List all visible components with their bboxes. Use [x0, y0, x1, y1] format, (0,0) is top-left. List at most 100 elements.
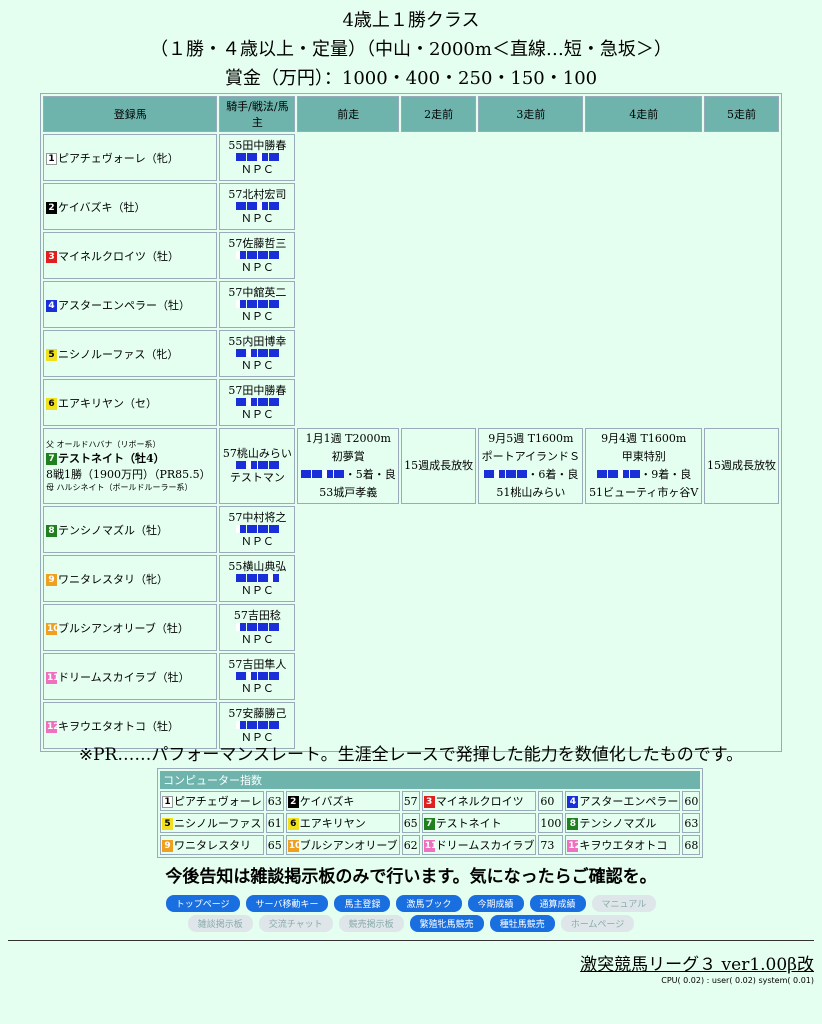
table-row: 9 ワニタレスタリ 65 10ブルシアンオリーブ 62 11ドリームスカイラブ 73 12キヲ…: [160, 835, 701, 855]
owner-name: ＮＰＣ: [240, 583, 274, 597]
jockey-name: 55内田博幸: [228, 334, 287, 348]
cpu-score: 68: [684, 838, 699, 852]
cpu-score-cell: 73: [538, 835, 564, 855]
waku-number-icon: 5: [162, 818, 173, 830]
race-name: 甲東特別: [621, 450, 666, 463]
cpu-horse-cell: 10ブルシアンオリーブ: [285, 835, 400, 855]
form-bar: [268, 524, 279, 533]
horse-name-cell[interactable]: 9 ワニタレスタリ（牝）: [43, 555, 218, 602]
horse-name-cell[interactable]: 6 エアキリヤン（セ）: [43, 379, 218, 426]
cpu-horse-name: テストネイト: [435, 817, 502, 830]
horse-name-cell[interactable]: 5 ニシノルーファス（牝）: [43, 330, 218, 377]
jockey-cell: 57北村宏司 ＮＰＣ: [219, 183, 296, 230]
cpu-horse-name: ピアチェヴォーレ: [174, 795, 262, 808]
cpu-horse-name: ドリームスカイラブ: [435, 839, 535, 852]
waku-number-icon: 4: [567, 796, 579, 808]
empty-cell: [585, 653, 701, 700]
nav-button[interactable]: 種牡馬競売: [489, 915, 555, 932]
form-bar: [235, 348, 246, 357]
horse-name: マイネルクロイツ（牡）: [58, 249, 179, 263]
form-bar: [257, 622, 268, 631]
horse-name-cell[interactable]: 10ブルシアンオリーブ（牡）: [43, 604, 218, 651]
waku-number-icon: 7: [423, 818, 435, 830]
nav-button[interactable]: サーバ移動キー: [245, 895, 329, 912]
empty-cell: [704, 183, 779, 230]
empty-cell: [297, 653, 399, 700]
waku-number-icon: 1: [46, 152, 57, 165]
owner-name: ＮＰＣ: [240, 309, 274, 323]
empty-cell: [401, 183, 476, 230]
nav-button[interactable]: 通算成績: [529, 895, 586, 912]
form-bar-partial: [246, 397, 257, 406]
nav-button[interactable]: 交流チャット: [258, 915, 333, 932]
empty-cell: [704, 134, 779, 181]
horse-name-cell[interactable]: 父 オールドハバナ（リボー系） 7 テストネイト（牡4） 8戦1勝（1900万円）（P…: [43, 428, 218, 504]
waku-number-icon: 7: [46, 453, 57, 465]
form-bar-partial: [618, 470, 629, 478]
column-header: 登録馬: [43, 96, 218, 132]
horse-record: 8戦1勝（1900万円）（PR85.5）: [46, 468, 211, 481]
waku-number-icon: 9: [46, 573, 57, 586]
empty-cell: [704, 604, 779, 651]
cpu-stats: CPU( 0.02) : user( 0.02) system( 0.01): [661, 976, 814, 985]
race-result-line: ・5着・良: [299, 466, 397, 484]
horse-name-cell[interactable]: 11ドリームスカイラブ（牡）: [43, 653, 218, 700]
jockey-tactics: [221, 201, 293, 213]
form-bar: [257, 250, 268, 259]
nav-button[interactable]: 馬主登録: [334, 895, 391, 912]
form-bar: [268, 461, 279, 469]
form-bar-partial: [235, 524, 246, 533]
cpu-score: 65: [267, 838, 282, 852]
race-name: 初夢賞: [331, 450, 365, 463]
empty-cell: [478, 379, 583, 426]
horse-name-cell[interactable]: 4 アスターエンペラー（牡）: [43, 281, 218, 328]
form-bar: [312, 470, 323, 478]
form-bar: [268, 622, 279, 631]
table-row: 11ドリームスカイラブ（牡） 57吉田隼人 ＮＰＣ: [43, 653, 779, 700]
form-bar: [257, 671, 268, 680]
cpu-horse-cell: 3 マイネルクロイツ: [421, 791, 537, 811]
nav-button[interactable]: トップページ: [165, 895, 240, 912]
jockey-cell: 55横山典弘 ＮＰＣ: [219, 555, 296, 602]
form-bar: [268, 720, 279, 729]
waku-number-icon: 8: [46, 524, 57, 537]
race-note: 15週成長放牧: [706, 459, 776, 472]
horse-name-cell[interactable]: 1 ピアチェヴォーレ（牝）: [43, 134, 218, 181]
race-rider: 51ビューティ市ヶ谷V: [589, 486, 699, 499]
form-bar: [246, 720, 257, 729]
cpu-score-cell: 65: [401, 813, 420, 833]
horse-name-cell[interactable]: 3 マイネルクロイツ（牡）: [43, 232, 218, 279]
footer-title-link[interactable]: 激突競馬リーグ３ ver1.00β改: [580, 950, 814, 975]
form-bar: [505, 470, 516, 478]
cpu-score: 62: [403, 838, 418, 852]
form-bar: [257, 720, 268, 729]
empty-cell: [585, 281, 701, 328]
nav-button[interactable]: ホームページ: [560, 915, 635, 932]
nav-button[interactable]: 雑談掲示板: [187, 915, 253, 932]
horse-name: アスターエンペラー（牡）: [58, 298, 190, 312]
empty-cell: [401, 653, 476, 700]
race-result-line: ・9着・良: [587, 466, 699, 484]
nav-button[interactable]: 今期成績: [467, 895, 524, 912]
nav-button[interactable]: マニュアル: [591, 895, 657, 912]
waku-number-icon: 2: [46, 201, 57, 214]
empty-cell: [585, 379, 701, 426]
jockey-name: 57中舘英二: [228, 285, 287, 299]
cpu-score-cell: 68: [682, 835, 701, 855]
table-row: 父 オールドハバナ（リボー系） 7 テストネイト（牡4） 8戦1勝（1900万円）（P…: [43, 428, 779, 504]
column-header: 騎手/戦法/馬主: [219, 96, 296, 132]
form-bar: [246, 299, 257, 308]
horse-dam: 母 ハルシネイト（ボールドルーラー系）: [46, 483, 193, 492]
nav-button[interactable]: 繁殖牝馬競売: [409, 915, 484, 932]
empty-cell: [401, 555, 476, 602]
race-rider: 51桃山みらい: [496, 486, 566, 499]
nav-button[interactable]: 激馬ブック: [396, 895, 462, 912]
jockey-name: 57北村宏司: [228, 187, 287, 201]
form-bars: [235, 299, 279, 311]
horse-name-cell[interactable]: 8 テンシノマズル（牡）: [43, 506, 218, 553]
cpu-score-cell: 63: [682, 813, 701, 833]
jockey-name: 55横山典弘: [228, 559, 287, 573]
empty-cell: [585, 604, 701, 651]
horse-name-cell[interactable]: 2 ケイバズキ（牡）: [43, 183, 218, 230]
nav-button[interactable]: 競売掲示板: [338, 915, 404, 932]
